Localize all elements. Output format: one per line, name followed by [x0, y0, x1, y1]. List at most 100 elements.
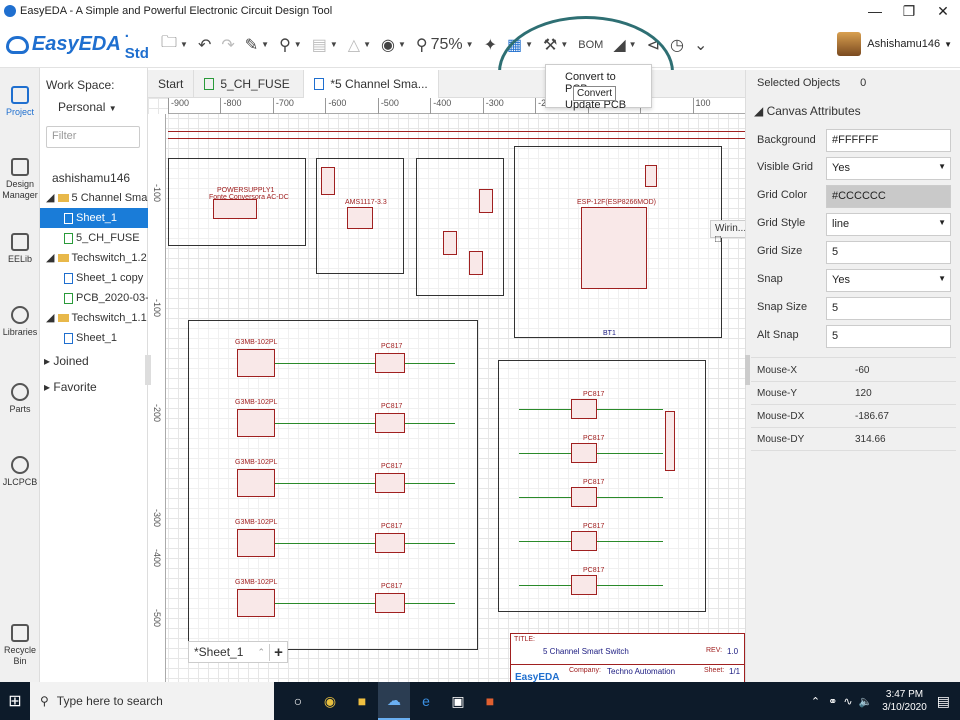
caret-down-icon: ▼ — [938, 274, 946, 283]
visible-grid-select[interactable]: Yes ▼ — [826, 157, 951, 180]
tree-item-project[interactable]: ◢ Techswitch_1.1 - ma... — [40, 308, 148, 328]
grid-size-input[interactable]: 5 — [826, 241, 951, 264]
background-color-input[interactable]: #FFFFFF — [826, 129, 951, 152]
edge-button[interactable]: e — [410, 682, 442, 720]
task-view-button[interactable]: ○ — [282, 682, 314, 720]
grid-color-input[interactable]: #CCCCCC — [826, 185, 951, 208]
design-check-button[interactable]: ✦ — [479, 30, 502, 60]
taskbar-search[interactable]: ⚲ Type here to search — [30, 682, 274, 720]
network-icon[interactable]: ⚭ — [828, 695, 837, 708]
undo-button[interactable]: ↶ — [193, 30, 216, 60]
wifi-icon[interactable]: ∿ — [843, 695, 852, 708]
alt-snap-input[interactable]: 5 — [826, 325, 951, 348]
chevron-up-icon[interactable]: ⌃ — [811, 695, 820, 708]
tree-item-sheet[interactable]: Sheet_1 copy — [40, 268, 148, 288]
optocoupler — [375, 413, 405, 433]
tree-item-favorite[interactable]: ▸ Favorite — [40, 374, 148, 400]
nav-eelib[interactable]: EELib — [0, 233, 40, 265]
filter-input[interactable]: Filter — [46, 126, 140, 148]
wiring-tools-panel[interactable]: Wirin... □ — [710, 220, 745, 245]
workspace-select[interactable]: Personal ▼ — [58, 100, 117, 114]
tree-item-pcb[interactable]: 5_CH_FUSE — [40, 228, 148, 248]
volume-icon[interactable]: 🔈 — [859, 695, 873, 708]
chrome-button[interactable]: ◉ — [314, 682, 346, 720]
nav-libraries[interactable]: Libraries — [0, 306, 40, 338]
triangle-right-icon: ▸ — [44, 380, 54, 394]
distribute-button[interactable]: △ ▼ — [343, 30, 376, 60]
user-menu[interactable]: Ashishamu146 ▼ — [837, 32, 952, 56]
opto-label: PC817 — [381, 583, 403, 590]
nav-project[interactable]: Project — [0, 86, 40, 118]
header-component — [469, 251, 483, 275]
relay-block[interactable]: G3MB-102PL PC817 G3MB-102PL PC817 G3MB-102PL… — [188, 320, 478, 650]
redo-button[interactable]: ↷ — [216, 30, 239, 60]
psu-component — [213, 199, 257, 219]
grid-style-select[interactable]: line ▼ — [826, 213, 951, 236]
folder-button[interactable]: 🗀 ▼ — [156, 30, 193, 60]
store-button[interactable]: ▣ — [442, 682, 474, 720]
connector-block[interactable] — [416, 158, 504, 296]
tree-item-joined[interactable]: ▸ Joined — [40, 348, 148, 374]
add-sheet-button[interactable]: + — [269, 643, 287, 661]
esp-module — [581, 207, 647, 289]
tab-5-ch-fuse[interactable]: 5_CH_FUSE — [194, 70, 305, 98]
canvas-attributes-header[interactable]: ◢ Canvas Attributes — [754, 104, 861, 118]
schematic-icon — [64, 272, 73, 284]
ssr-relay — [237, 529, 275, 557]
place-button[interactable]: ⚲ ▼ — [274, 30, 307, 60]
esp-block[interactable]: ESP-12F(ESP8266MOD) BT1 — [514, 146, 722, 338]
optocoupler — [571, 575, 597, 595]
wire — [405, 603, 455, 604]
caret-down-icon: ▼ — [938, 162, 946, 171]
sheet-tab[interactable]: *Sheet_1 ⌃ + — [188, 641, 288, 663]
wire — [405, 423, 455, 424]
tab-start[interactable]: Start — [148, 70, 195, 98]
tab-5-channel-smart-switch[interactable]: *5 Channel Sma... — [304, 70, 439, 98]
left-panel-collapse-handle[interactable] — [145, 355, 151, 385]
tree-item-project[interactable]: ◢ Techswitch_1.2 - ma... — [40, 248, 148, 268]
tree-item-sheet[interactable]: Sheet_1 — [40, 328, 148, 348]
system-tray: ⌃ ⚭ ∿ 🔈 3:47 PM 3/10/2020 ▤ — [811, 682, 950, 720]
more-button[interactable]: ⌄ — [689, 30, 712, 60]
tree-item-user[interactable]: ashishamu146 — [40, 168, 148, 188]
restore-button[interactable]: ❐ — [892, 0, 926, 22]
snap-select[interactable]: Yes ▼ — [826, 269, 951, 292]
close-button[interactable]: ✕ — [926, 0, 960, 22]
schematic-canvas[interactable]: -900-800-700-600-500-400-300-200-1000100… — [148, 98, 745, 682]
pen-button[interactable]: ✎ ▼ — [240, 30, 274, 60]
file-explorer-button[interactable]: ■ — [346, 682, 378, 720]
avatar — [837, 32, 862, 56]
sheet-border — [168, 131, 745, 139]
easyeda-taskbar-button[interactable]: ☁ — [378, 682, 410, 720]
power-supply-block[interactable]: POWERSUPPLY1 Fonte Conversora AC-DC — [168, 158, 306, 246]
opto-block[interactable]: PC817 PC817 PC817 PC817 PC817 — [498, 360, 706, 612]
triangle-down-icon: ◢ — [46, 192, 58, 204]
notifications-icon[interactable]: ▤ — [937, 693, 950, 710]
cloud-logo-icon — [6, 35, 29, 54]
opto-label: PC817 — [583, 391, 605, 398]
optocoupler — [571, 487, 597, 507]
start-button[interactable]: ⊞ — [0, 682, 30, 720]
align-button[interactable]: ▤ ▼ — [307, 30, 343, 60]
view-button[interactable]: ◉ ▼ — [376, 30, 411, 60]
right-panel-collapse-handle[interactable] — [745, 355, 750, 385]
zoom-button[interactable]: ⚲ 75% ▼ — [411, 30, 479, 60]
chevron-up-icon[interactable]: ⌃ — [257, 647, 265, 658]
wire — [519, 409, 571, 410]
office-button[interactable]: ■ — [474, 682, 506, 720]
snap-size-input[interactable]: 5 — [826, 297, 951, 320]
tree-item-project[interactable]: ◢ 5 Channel Smart Sw... — [40, 188, 148, 208]
schematic-icon — [314, 78, 325, 90]
window-titlebar: EasyEDA - A Simple and Powerful Electron… — [0, 0, 960, 22]
nav-design-manager[interactable]: Design Manager — [0, 158, 40, 201]
nav-recycle-bin[interactable]: Recycle Bin — [0, 624, 40, 667]
nav-parts[interactable]: Parts — [0, 383, 40, 415]
nav-jlcpcb[interactable]: JLCPCB — [0, 456, 40, 488]
regulator-component — [347, 207, 373, 229]
clock[interactable]: 3:47 PM 3/10/2020 — [882, 688, 927, 714]
regulator-block[interactable]: AMS1117-3.3 — [316, 158, 404, 274]
tree-item-pcb[interactable]: PCB_2020-03-05 (... — [40, 288, 148, 308]
zoom-icon: ⚲ — [415, 36, 428, 54]
minimize-button[interactable]: — — [858, 0, 892, 22]
tree-item-sheet[interactable]: Sheet_1 — [40, 208, 148, 228]
